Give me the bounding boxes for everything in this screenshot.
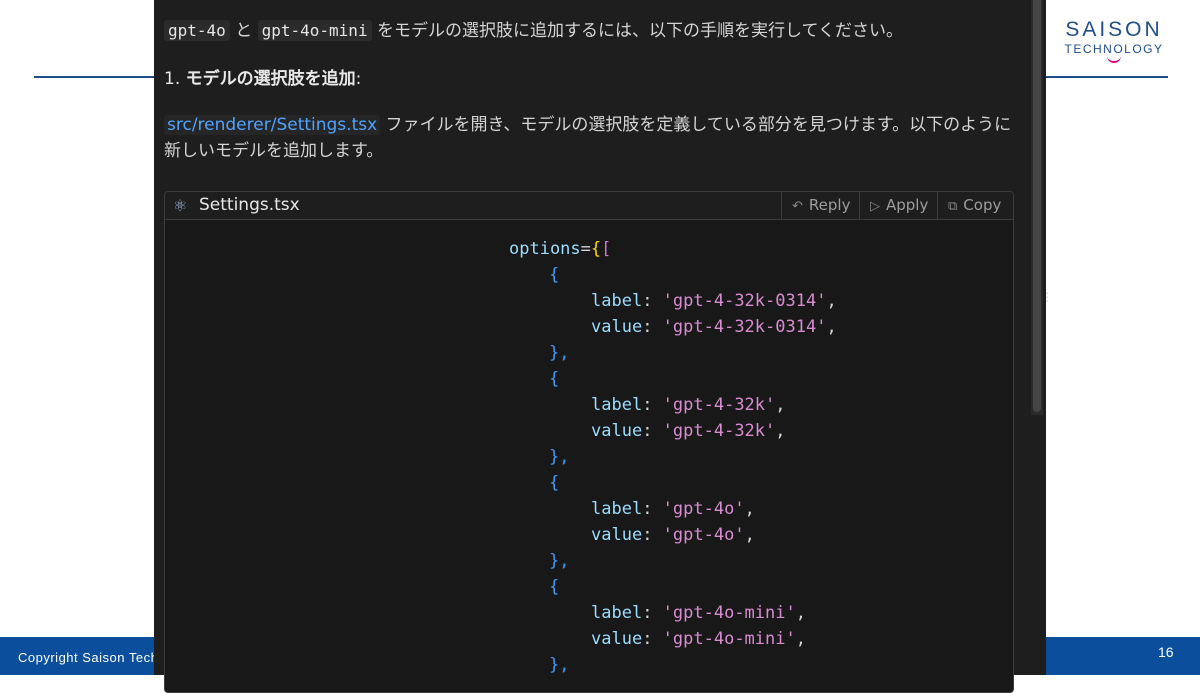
close-brace: }, bbox=[549, 551, 570, 571]
model-value-value: 'gpt-4o' bbox=[662, 525, 745, 545]
open-brace: { bbox=[549, 265, 560, 285]
step-colon: : bbox=[355, 69, 362, 89]
code-line: }, bbox=[549, 340, 569, 366]
code-line: label: 'gpt-4o-mini', bbox=[591, 603, 806, 623]
step-description: src/renderer/Settings.tsx ファイルを開き、モデルの選択… bbox=[164, 112, 1014, 164]
options-key: options bbox=[509, 239, 581, 259]
value-key: value bbox=[591, 421, 643, 441]
copy-button[interactable]: ⧉ Copy bbox=[937, 192, 1013, 219]
model-label-value: 'gpt-4-32k-0314' bbox=[662, 291, 827, 311]
scrollbar-thumb[interactable] bbox=[1033, 0, 1041, 412]
code-line: value: 'gpt-4o-mini', bbox=[591, 629, 806, 649]
label-key: label bbox=[591, 499, 643, 519]
open-brace: { bbox=[549, 577, 560, 597]
model-label-value: 'gpt-4o' bbox=[662, 499, 745, 519]
intro-connector: と bbox=[229, 21, 258, 41]
copy-button-label: Copy bbox=[963, 196, 1002, 214]
code-block-header: ⚛ Settings.tsx ↶ Reply ▷ Apply ⧉ Copy bbox=[165, 192, 1013, 220]
logo-text-technology: TECHNOLOGY bbox=[1064, 42, 1164, 56]
close-brace: }, bbox=[549, 447, 570, 467]
reply-button[interactable]: ↶ Reply bbox=[781, 192, 868, 219]
open-brace: { bbox=[549, 369, 560, 389]
code-line: { bbox=[549, 366, 559, 392]
model-value-value: 'gpt-4o-mini' bbox=[662, 629, 796, 649]
play-icon: ▷ bbox=[870, 199, 880, 214]
code-line: label: 'gpt-4-32k-0314', bbox=[591, 291, 837, 311]
logo-smile-icon bbox=[1107, 55, 1121, 63]
code-line: value: 'gpt-4o', bbox=[591, 525, 755, 545]
page-number: 16 bbox=[1158, 644, 1174, 660]
model-value-value: 'gpt-4-32k' bbox=[662, 421, 776, 441]
code-line: }, bbox=[549, 548, 569, 574]
label-key: label bbox=[591, 291, 643, 311]
code-line: value: 'gpt-4-32k-0314', bbox=[591, 317, 837, 337]
close-brace: }, bbox=[549, 343, 570, 363]
apply-button-label: Apply bbox=[886, 196, 929, 214]
chat-intro-paragraph: gpt-4o と gpt-4o-mini をモデルの選択肢に追加するには、以下の… bbox=[164, 18, 1024, 44]
value-key: value bbox=[591, 317, 643, 337]
close-brace: }, bbox=[549, 655, 570, 675]
code-line: }, bbox=[549, 652, 569, 678]
slide-header-rule-left bbox=[34, 76, 164, 78]
step-number: 1. bbox=[164, 69, 181, 89]
code-line: { bbox=[549, 470, 559, 496]
step-title: モデルの選択肢を追加 bbox=[185, 69, 356, 89]
reply-button-label: Reply bbox=[808, 196, 851, 214]
inline-code-gpt-4o: gpt-4o bbox=[164, 20, 230, 41]
intro-text: をモデルの選択肢に追加するには、以下の手順を実行してください。 bbox=[371, 21, 903, 41]
step-heading: 1. モデルの選択肢を追加: bbox=[164, 66, 361, 92]
model-value-value: 'gpt-4-32k-0314' bbox=[662, 317, 827, 337]
code-line: }, bbox=[549, 444, 569, 470]
panel-resize-handle-icon[interactable]: ⋮ bbox=[1041, 290, 1053, 304]
copy-icon: ⧉ bbox=[948, 199, 958, 214]
open-brace: { bbox=[549, 473, 560, 493]
apply-button[interactable]: ▷ Apply bbox=[859, 192, 944, 219]
code-line: { bbox=[549, 262, 559, 288]
model-label-value: 'gpt-4-32k' bbox=[662, 395, 776, 415]
saison-technology-logo: SAISON TECHNOLOGY bbox=[1058, 18, 1170, 63]
code-line: options={[ bbox=[509, 236, 611, 262]
value-key: value bbox=[591, 629, 643, 649]
slide-header-rule-right bbox=[1046, 76, 1168, 78]
value-key: value bbox=[591, 525, 643, 545]
code-file-name: Settings.tsx bbox=[199, 195, 300, 215]
inline-code-gpt-4o-mini: gpt-4o-mini bbox=[257, 20, 372, 41]
code-line: label: 'gpt-4-32k', bbox=[591, 395, 786, 415]
label-key: label bbox=[591, 395, 643, 415]
code-line: value: 'gpt-4-32k', bbox=[591, 421, 786, 441]
reply-arrow-icon: ↶ bbox=[792, 199, 803, 214]
logo-text-saison: SAISON bbox=[1065, 18, 1163, 41]
react-atom-icon: ⚛ bbox=[173, 196, 188, 215]
file-path-link[interactable]: src/renderer/Settings.tsx bbox=[164, 115, 381, 135]
options-open: ={[ bbox=[580, 239, 612, 259]
model-label-value: 'gpt-4o-mini' bbox=[662, 603, 796, 623]
code-line: { bbox=[549, 574, 559, 600]
code-block: ⚛ Settings.tsx ↶ Reply ▷ Apply ⧉ Copy optio… bbox=[164, 191, 1014, 693]
code-line: label: 'gpt-4o', bbox=[591, 499, 755, 519]
label-key: label bbox=[591, 603, 643, 623]
